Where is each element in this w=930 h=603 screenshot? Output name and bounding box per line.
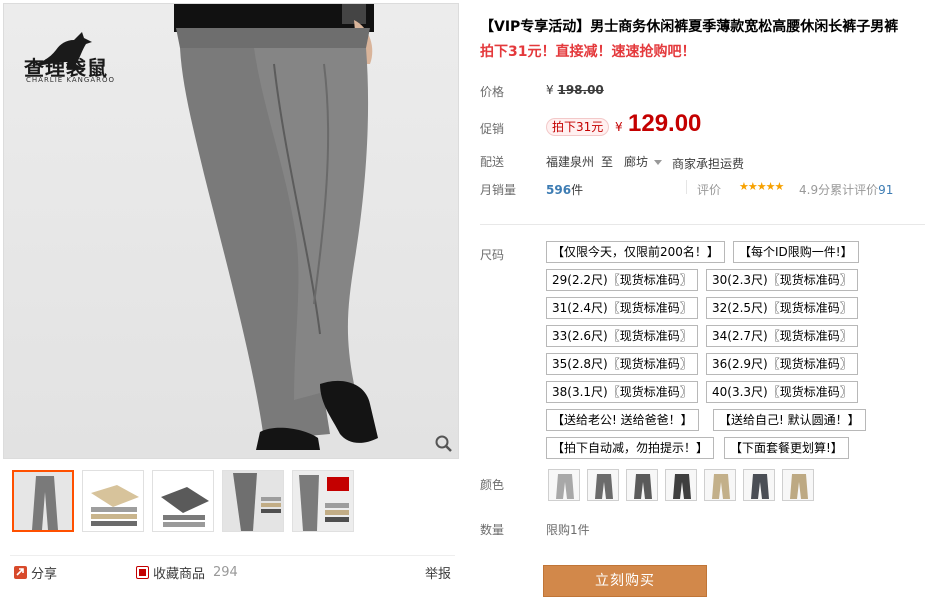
product-title: 【VIP专享活动】男士商务休闲裤夏季薄款宽松高腰休闲长裤子男裤 bbox=[480, 19, 899, 35]
share-link[interactable]: 分享 bbox=[14, 563, 57, 582]
promo-price: 129.00 bbox=[628, 110, 702, 137]
color-swatch[interactable] bbox=[782, 469, 814, 501]
thumbnail-2[interactable] bbox=[82, 470, 144, 532]
rating-label: 评价 bbox=[697, 183, 722, 197]
promo-tag: 拍下31元 bbox=[546, 118, 610, 136]
color-swatch[interactable] bbox=[704, 469, 736, 501]
size-option[interactable]: 29(2.2尺)〖现货标准码〗 bbox=[546, 269, 698, 291]
magnifier-zoom-icon[interactable] bbox=[434, 434, 454, 454]
thumbnail-1[interactable] bbox=[12, 470, 74, 532]
divider bbox=[480, 224, 925, 225]
color-swatch[interactable] bbox=[665, 469, 697, 501]
ship-to-selector[interactable]: 廊坊 bbox=[624, 153, 663, 170]
rating-summary[interactable]: 4.9分累计评价91 bbox=[799, 181, 893, 198]
shipping-fee: 商家承担运费 bbox=[672, 157, 745, 171]
size-option[interactable]: 【送给自己! 默认圆通！】 bbox=[713, 409, 866, 431]
size-option[interactable]: 【拍下自动减，勿拍提示！】 bbox=[546, 437, 715, 459]
size-option[interactable]: 【下面套餐更划算!】 bbox=[724, 437, 849, 459]
sales-label: 月销量 bbox=[480, 183, 517, 197]
brand-name-en: CHARLIE KANGAROO bbox=[26, 76, 116, 84]
size-option[interactable]: 33(2.6尺)〖现货标准码〗 bbox=[546, 325, 698, 347]
color-swatch[interactable] bbox=[626, 469, 658, 501]
promo-label: 促销 bbox=[480, 122, 505, 136]
thumbnail-strip bbox=[10, 470, 455, 532]
favorite-link[interactable]: 收藏商品 294 bbox=[136, 563, 238, 582]
sales-count: 596 bbox=[546, 183, 572, 197]
quantity-limit: 限购1件 bbox=[546, 523, 590, 537]
favorite-icon bbox=[136, 566, 149, 579]
size-option[interactable]: 40(3.3尺)〖现货标准码〗 bbox=[706, 381, 858, 403]
report-link[interactable]: 举报 bbox=[425, 563, 451, 582]
thumbnail-5[interactable] bbox=[292, 470, 354, 532]
ship-to-word: 至 bbox=[601, 155, 614, 169]
favorite-count: 294 bbox=[213, 565, 238, 580]
color-swatch[interactable] bbox=[587, 469, 619, 501]
buy-now-button[interactable]: 立刻购买 bbox=[543, 565, 707, 597]
rating-score: 4.9分累计评价 bbox=[799, 183, 879, 197]
original-price: ¥ 198.00 bbox=[546, 83, 604, 97]
size-option[interactable]: 30(2.3尺)〖现货标准码〗 bbox=[706, 269, 858, 291]
price-label: 价格 bbox=[480, 85, 505, 99]
color-swatch[interactable] bbox=[743, 469, 775, 501]
size-option[interactable]: 31(2.4尺)〖现货标准码〗 bbox=[546, 297, 698, 319]
main-product-image[interactable]: 查理袋鼠 CHARLIE KANGAROO bbox=[3, 3, 459, 459]
size-option[interactable]: 35(2.8尺)〖现货标准码〗 bbox=[546, 353, 698, 375]
size-label: 尺码 bbox=[480, 248, 505, 262]
size-option[interactable]: 38(3.1尺)〖现货标准码〗 bbox=[546, 381, 698, 403]
size-option[interactable]: 【仅限今天，仅限前200名！】 bbox=[546, 241, 725, 263]
ship-from: 福建泉州 bbox=[546, 155, 595, 169]
quantity-label: 数量 bbox=[480, 523, 505, 537]
product-subtitle: 拍下31元！直接减！速速抢购吧！ bbox=[480, 44, 696, 60]
thumbnail-4[interactable] bbox=[222, 470, 284, 532]
size-option[interactable]: 36(2.9尺)〖现货标准码〗 bbox=[706, 353, 858, 375]
original-price-value: 198.00 bbox=[557, 83, 604, 97]
color-swatch[interactable] bbox=[548, 469, 580, 501]
review-count: 91 bbox=[878, 183, 894, 197]
share-bar: 分享 收藏商品 294 举报 bbox=[10, 555, 455, 582]
promo-yen: ¥ bbox=[615, 120, 623, 134]
size-option[interactable]: 【送给老公! 送给爸爸！】 bbox=[546, 409, 699, 431]
favorite-label: 收藏商品 bbox=[153, 567, 206, 582]
ship-to-value: 廊坊 bbox=[624, 155, 649, 169]
color-label: 颜色 bbox=[480, 478, 505, 492]
share-label: 分享 bbox=[31, 567, 58, 582]
thumbnail-3[interactable] bbox=[152, 470, 214, 532]
star-rating-icon: ★★★★★ bbox=[739, 180, 784, 193]
share-icon bbox=[14, 566, 27, 579]
size-option[interactable]: 【每个ID限购一件!】 bbox=[733, 241, 859, 263]
size-option[interactable]: 32(2.5尺)〖现货标准码〗 bbox=[706, 297, 858, 319]
monthly-sales: 596件 bbox=[546, 181, 583, 198]
product-photo bbox=[174, 4, 378, 450]
sales-unit: 件 bbox=[571, 183, 584, 197]
chevron-down-icon bbox=[654, 160, 663, 165]
size-option[interactable]: 34(2.7尺)〖现货标准码〗 bbox=[706, 325, 858, 347]
divider bbox=[686, 180, 687, 194]
price-yen: ¥ bbox=[546, 83, 554, 97]
shipping-label: 配送 bbox=[480, 155, 505, 169]
